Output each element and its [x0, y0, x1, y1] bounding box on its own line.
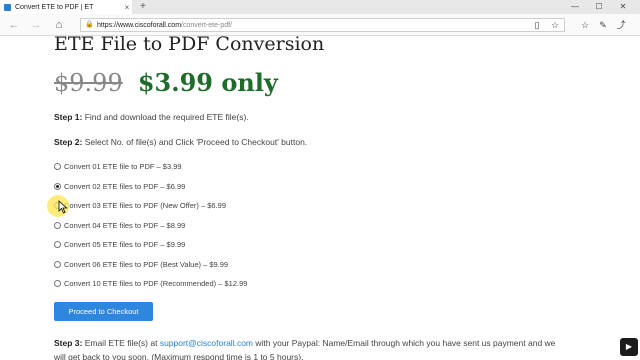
favorite-star-icon[interactable]: ☆ [548, 18, 562, 32]
option-label: Convert 04 ETE files to PDF – $8.99 [64, 220, 186, 230]
proceed-to-checkout-button[interactable]: Proceed to Checkout [54, 302, 153, 321]
forward-arrow-icon[interactable]: → [28, 17, 44, 33]
radio-button[interactable] [54, 241, 61, 248]
file-option-2[interactable]: Convert 02 ETE files to PDF – $6.99 [54, 182, 185, 191]
url-path: /convert-ete-pdf/ [181, 21, 232, 29]
recorder-logo-icon: ▶ [620, 338, 638, 356]
radio-button[interactable] [54, 163, 61, 170]
support-email-link[interactable]: support@ciscoforall.com [160, 338, 253, 348]
file-option-6[interactable]: Convert 06 ETE files to PDF (Best Value)… [54, 260, 228, 269]
step-1: Step 1: Find and download the required E… [54, 112, 249, 122]
step-3-label: Step 3: [54, 338, 83, 348]
notes-icon[interactable]: ✎ [596, 18, 610, 32]
address-bar[interactable]: 🔒 https://www.ciscoforall.com /convert-e… [80, 18, 565, 32]
minimize-button[interactable]: — [566, 0, 584, 14]
step-1-label: Step 1: [54, 112, 83, 122]
step-3-line-2: will get back to you soon. (Maximum resp… [54, 352, 304, 360]
close-window-button[interactable]: ✕ [614, 0, 632, 14]
radio-button[interactable] [54, 260, 61, 268]
maximize-button[interactable]: ☐ [590, 0, 608, 14]
lock-icon: 🔒 [85, 21, 94, 28]
radio-button[interactable] [54, 280, 61, 287]
option-label: Convert 05 ETE files to PDF – $9.99 [64, 240, 186, 249]
radio-button[interactable] [54, 182, 61, 190]
option-label: Convert 01 ETE file to PDF – $3.99 [64, 162, 182, 171]
option-label: Convert 06 ETE files to PDF (Best Value)… [64, 259, 229, 269]
share-icon[interactable]: ⤴ [614, 18, 628, 32]
favorites-list-icon[interactable]: ☆ [578, 18, 592, 32]
step-2: Step 2: Select No. of file(s) and Click … [54, 137, 307, 147]
step-2-text: Select No. of file(s) and Click 'Proceed… [82, 137, 308, 147]
file-option-1[interactable]: Convert 01 ETE file to PDF – $3.99 [54, 162, 182, 171]
old-price: $9.99 [54, 69, 123, 97]
home-icon[interactable]: ⌂ [51, 17, 67, 33]
price-block: $9.99 $3.99 only [54, 68, 278, 97]
radio-button[interactable] [54, 221, 61, 229]
step-2-label: Step 2: [54, 137, 83, 147]
step-3-text-a: Email ETE file(s) at [82, 338, 160, 348]
new-tab-button[interactable]: + [140, 0, 146, 14]
tab-bar: Convert ETE to PDF | ET × + — ☐ ✕ [0, 0, 640, 14]
back-arrow-icon[interactable]: ← [6, 17, 22, 33]
site-favicon-icon [4, 3, 11, 11]
step-3-text-b: with your Paypal: Name/Email through whi… [253, 338, 556, 348]
option-label: Convert 10 ETE files to PDF (Recommended… [64, 279, 248, 288]
step-3: Step 3: Email ETE file(s) at support@cis… [54, 338, 555, 348]
file-option-5[interactable]: Convert 05 ETE files to PDF – $9.99 [54, 240, 185, 249]
file-option-3[interactable]: Convert 03 ETE files to PDF (New Offer) … [54, 201, 226, 210]
tab-close-icon[interactable]: × [122, 3, 132, 12]
step-1-text: Find and download the required ETE file(… [82, 112, 249, 122]
file-option-4[interactable]: Convert 04 ETE files to PDF – $8.99 [54, 221, 185, 230]
tab-title: Convert ETE to PDF | ET [15, 3, 94, 11]
file-option-7[interactable]: Convert 10 ETE files to PDF (Recommended… [54, 279, 247, 288]
reading-view-icon[interactable]: ▯ [530, 18, 544, 32]
option-label: Convert 03 ETE files to PDF (New Offer) … [64, 201, 227, 210]
url-domain: https://www.ciscoforall.com [97, 21, 182, 29]
new-price: $3.99 only [137, 68, 278, 97]
option-label: Convert 02 ETE files to PDF – $6.99 [64, 181, 186, 191]
browser-tab[interactable]: Convert ETE to PDF | ET × [0, 0, 132, 14]
page-title: ETE File to PDF Conversion [54, 33, 325, 55]
